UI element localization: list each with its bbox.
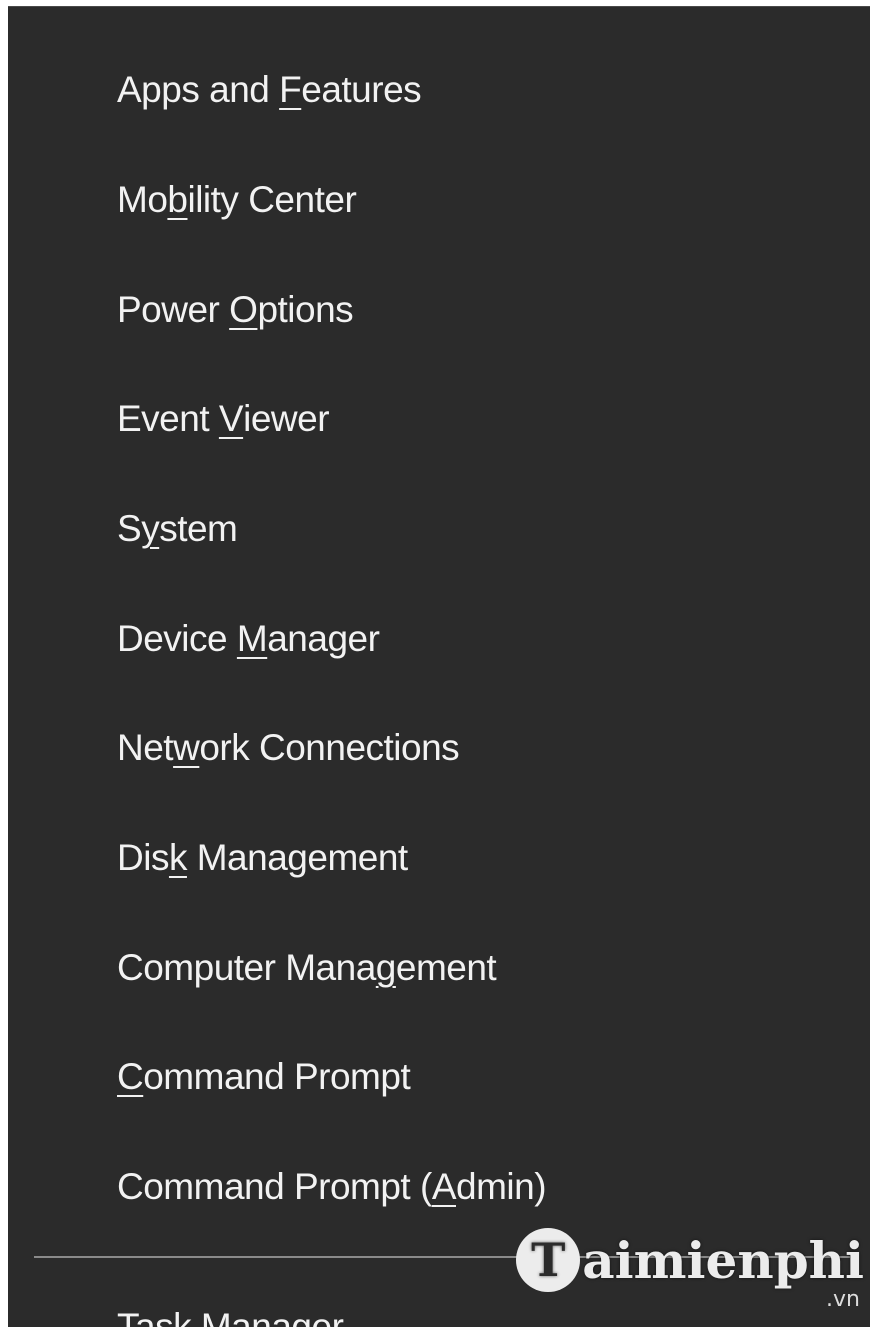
menu-item-label-post: eatures <box>301 69 422 110</box>
menu-item-label-post: ork Connections <box>199 727 460 768</box>
menu-item-access-key: O <box>229 289 258 330</box>
menu-item-label-post: anager <box>267 618 380 659</box>
menu-item-label-post: dmin) <box>456 1166 547 1207</box>
watermark-suffix: .vn <box>826 1287 860 1312</box>
menu-item-mobility-center[interactable]: Mo b ility Center <box>8 145 870 255</box>
menu-item-network-connections[interactable]: Net w ork Connections <box>8 693 870 803</box>
menu-item-power-options[interactable]: Power Options <box>8 255 870 365</box>
menu-item-access-key: C <box>117 1056 144 1097</box>
menu-item-access-key: g <box>375 947 397 988</box>
menu-item-label-pre: S <box>117 508 142 549</box>
menu-item-computer-management[interactable]: Computer Mana g ement <box>8 913 870 1023</box>
menu-item-label-pre: Power <box>117 289 230 330</box>
menu-item-device-manager[interactable]: Device Manager <box>8 584 870 694</box>
menu-item-label-pre: Mo <box>117 179 168 220</box>
menu-item-label-pre: Dis <box>117 837 169 878</box>
menu-item-label-post: ility Center <box>187 179 357 220</box>
menu-item-system[interactable]: Sy stem <box>8 474 870 584</box>
menu-item-label-pre: Device <box>117 618 237 659</box>
watermark-logo: Taimienphi <box>516 1228 864 1292</box>
watermark-text: aimienphi <box>582 1230 864 1290</box>
menu-item-command-prompt[interactable]: Command Prompt <box>8 1022 870 1132</box>
menu-item-access-key: F <box>279 69 302 110</box>
menu-item-label-pre: Task Manager <box>117 1306 344 1327</box>
menu-item-label-pre: Computer Mana <box>117 947 376 988</box>
menu-item-label-post: ptions <box>257 289 354 330</box>
menu-item-apps-and-features[interactable]: Apps and Features <box>8 35 870 145</box>
menu-item-label-post: ommand Prompt <box>143 1056 411 1097</box>
menu-item-access-key: A <box>431 1166 457 1207</box>
menu-item-access-key: M <box>236 618 268 659</box>
watermark-logo-letter: T <box>516 1228 581 1292</box>
menu-item-label-post: Management <box>186 837 408 878</box>
menu-item-label-pre: Command Prompt ( <box>117 1166 432 1207</box>
menu-item-label-pre: Net <box>117 727 174 768</box>
menu-item-disk-management[interactable]: Dis k Management <box>8 803 870 913</box>
menu-item-label-pre: Event <box>117 398 219 439</box>
menu-item-label-post: iewer <box>243 398 330 439</box>
menu-item-access-key: y <box>141 508 160 549</box>
menu-item-label-post: ement <box>395 947 497 988</box>
menu-item-access-key: w <box>173 727 200 768</box>
menu-item-label-pre: Apps and <box>117 69 280 110</box>
menu-item-access-key: k <box>168 837 188 878</box>
menu-item-label-post: stem <box>159 508 238 549</box>
menu-item-access-key: V <box>218 398 244 439</box>
winx-context-menu: Apps and Features Mo b ility Center Power … <box>8 6 870 1327</box>
menu-item-command-prompt-admin[interactable]: Command Prompt (Admin) <box>8 1132 870 1242</box>
menu-item-event-viewer[interactable]: Event Viewer <box>8 364 870 474</box>
menu-item-access-key: b <box>167 179 188 220</box>
